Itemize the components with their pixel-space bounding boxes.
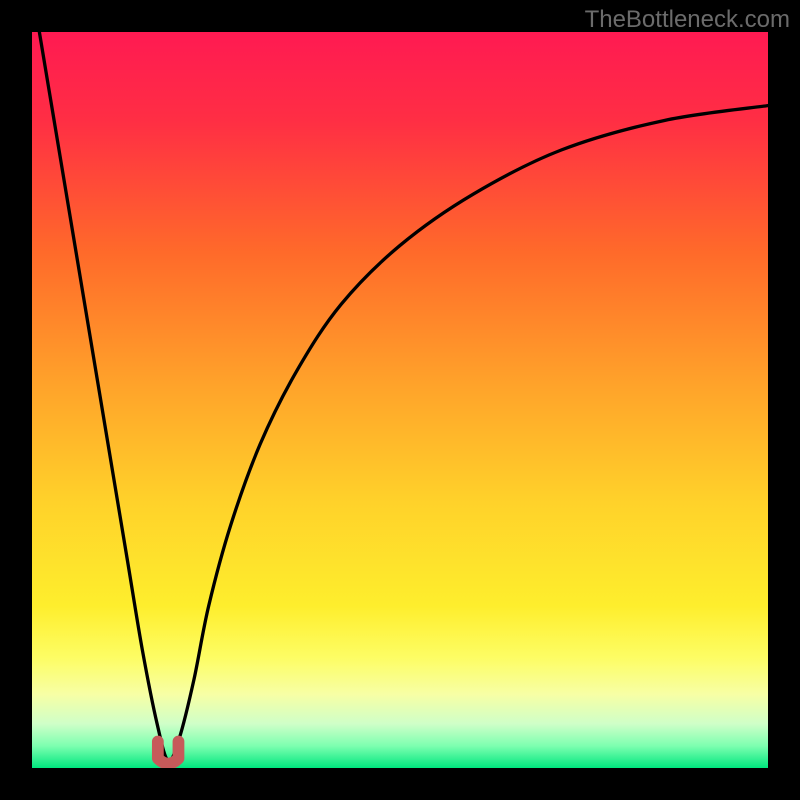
chart-frame: TheBottleneck.com	[0, 0, 800, 800]
plot-area	[32, 32, 768, 768]
watermark-text: TheBottleneck.com	[585, 6, 790, 34]
optimal-marker	[32, 32, 768, 768]
